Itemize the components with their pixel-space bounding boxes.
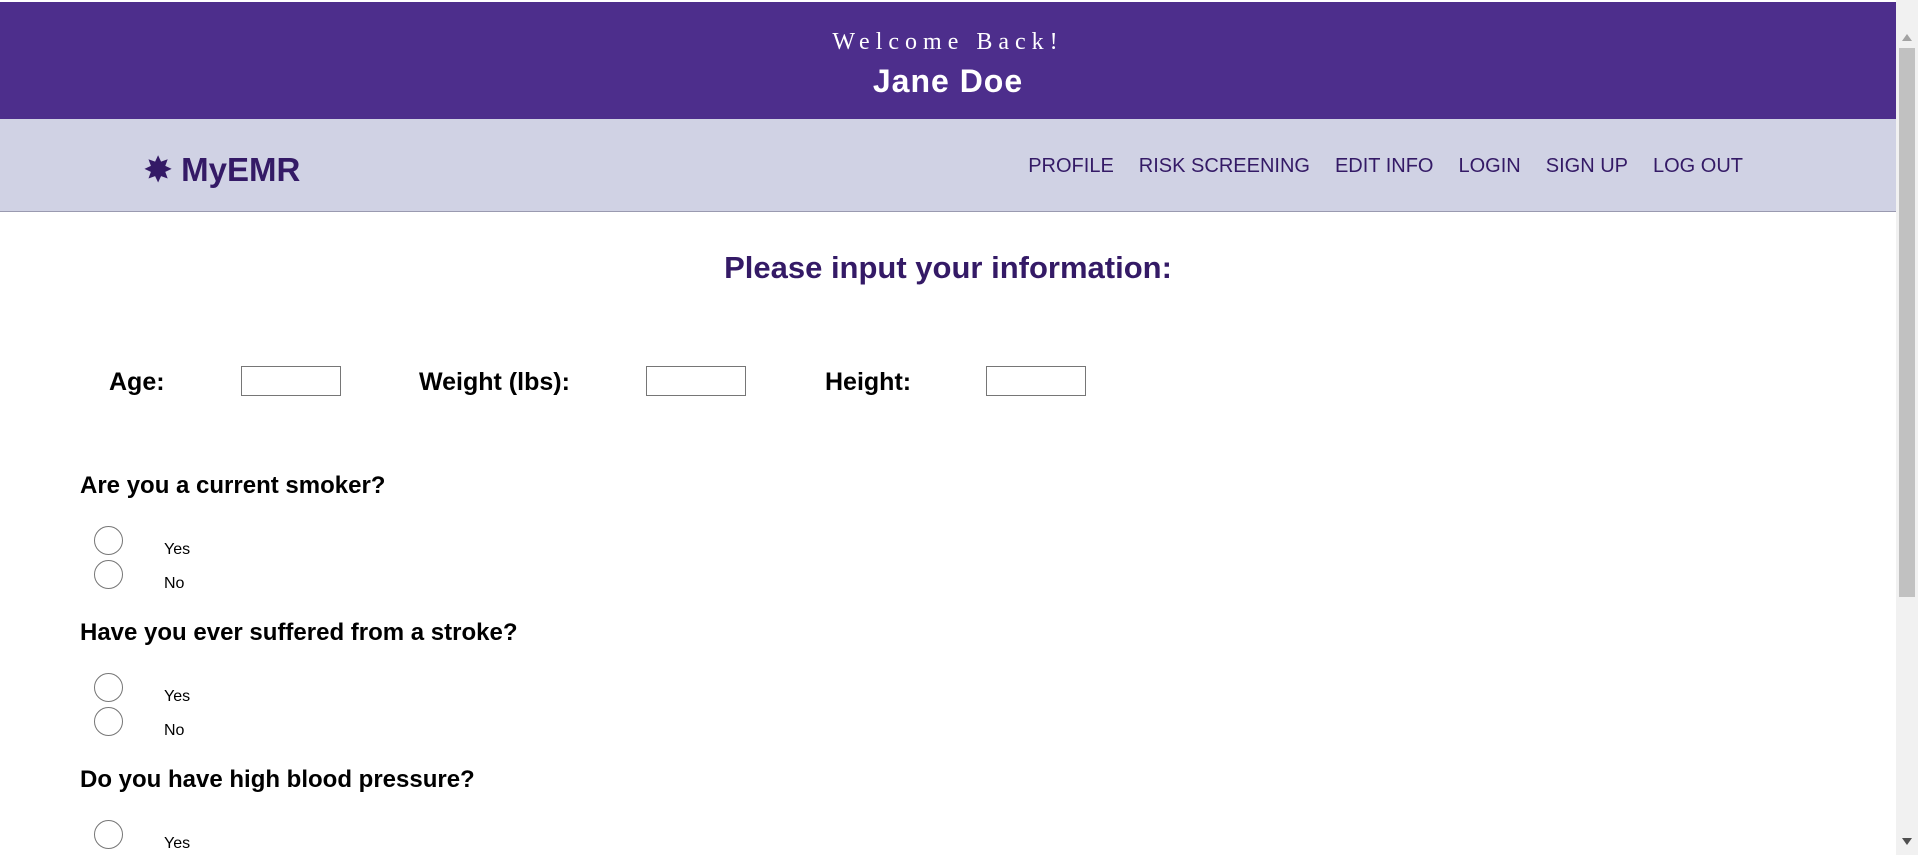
scroll-thumb[interactable] bbox=[1899, 48, 1915, 597]
scroll-up-arrow-icon[interactable] bbox=[1902, 34, 1912, 41]
stroke-no-label: No bbox=[164, 722, 185, 739]
nav-link-edit-info[interactable]: EDIT INFO bbox=[1335, 155, 1434, 178]
brand-name: MyEMR bbox=[181, 151, 301, 188]
smoker-yes-radio[interactable] bbox=[94, 526, 123, 555]
height-label: Height: bbox=[825, 368, 912, 396]
stroke-yes-radio[interactable] bbox=[94, 673, 123, 702]
stroke-no-radio[interactable] bbox=[94, 707, 123, 736]
stroke-question: Have you ever suffered from a stroke? bbox=[80, 619, 518, 646]
brand-logo[interactable]: ✸ MyEMR bbox=[143, 151, 300, 189]
weight-label: Weight (lbs): bbox=[419, 368, 570, 396]
nav-link-login[interactable]: LOGIN bbox=[1458, 155, 1520, 178]
smoker-question: Are you a current smoker? bbox=[80, 472, 386, 499]
user-name: Jane Doe bbox=[872, 63, 1024, 99]
scroll-down-arrow-icon[interactable] bbox=[1902, 838, 1912, 845]
form-title: Please input your information: bbox=[724, 250, 1172, 285]
weight-input[interactable] bbox=[646, 366, 746, 396]
page: Welcome Back! Jane Doe ✸ MyEMR PROFILE R… bbox=[0, 0, 1896, 855]
navbar: ✸ MyEMR PROFILE RISK SCREENING EDIT INFO… bbox=[0, 119, 1896, 212]
vertical-scrollbar[interactable] bbox=[1896, 0, 1918, 855]
starburst-icon: ✸ bbox=[143, 149, 174, 190]
nav-link-risk-screening[interactable]: RISK SCREENING bbox=[1139, 155, 1310, 178]
nav-links: PROFILE RISK SCREENING EDIT INFO LOGIN S… bbox=[1003, 155, 1743, 178]
stroke-yes-label: Yes bbox=[164, 688, 191, 705]
blood-pressure-yes-label: Yes bbox=[164, 835, 191, 852]
smoker-no-label: No bbox=[164, 575, 185, 592]
blood-pressure-question: Do you have high blood pressure? bbox=[80, 766, 475, 793]
welcome-text: Welcome Back! bbox=[832, 29, 1064, 55]
nav-link-profile[interactable]: PROFILE bbox=[1028, 155, 1114, 178]
nav-link-sign-up[interactable]: SIGN UP bbox=[1546, 155, 1628, 178]
smoker-no-radio[interactable] bbox=[94, 560, 123, 589]
age-input[interactable] bbox=[241, 366, 341, 396]
welcome-banner: Welcome Back! Jane Doe bbox=[0, 2, 1896, 119]
nav-link-log-out[interactable]: LOG OUT bbox=[1653, 155, 1743, 178]
smoker-yes-label: Yes bbox=[164, 541, 191, 558]
age-label: Age: bbox=[109, 368, 165, 396]
height-input[interactable] bbox=[986, 366, 1086, 396]
blood-pressure-yes-radio[interactable] bbox=[94, 820, 123, 849]
